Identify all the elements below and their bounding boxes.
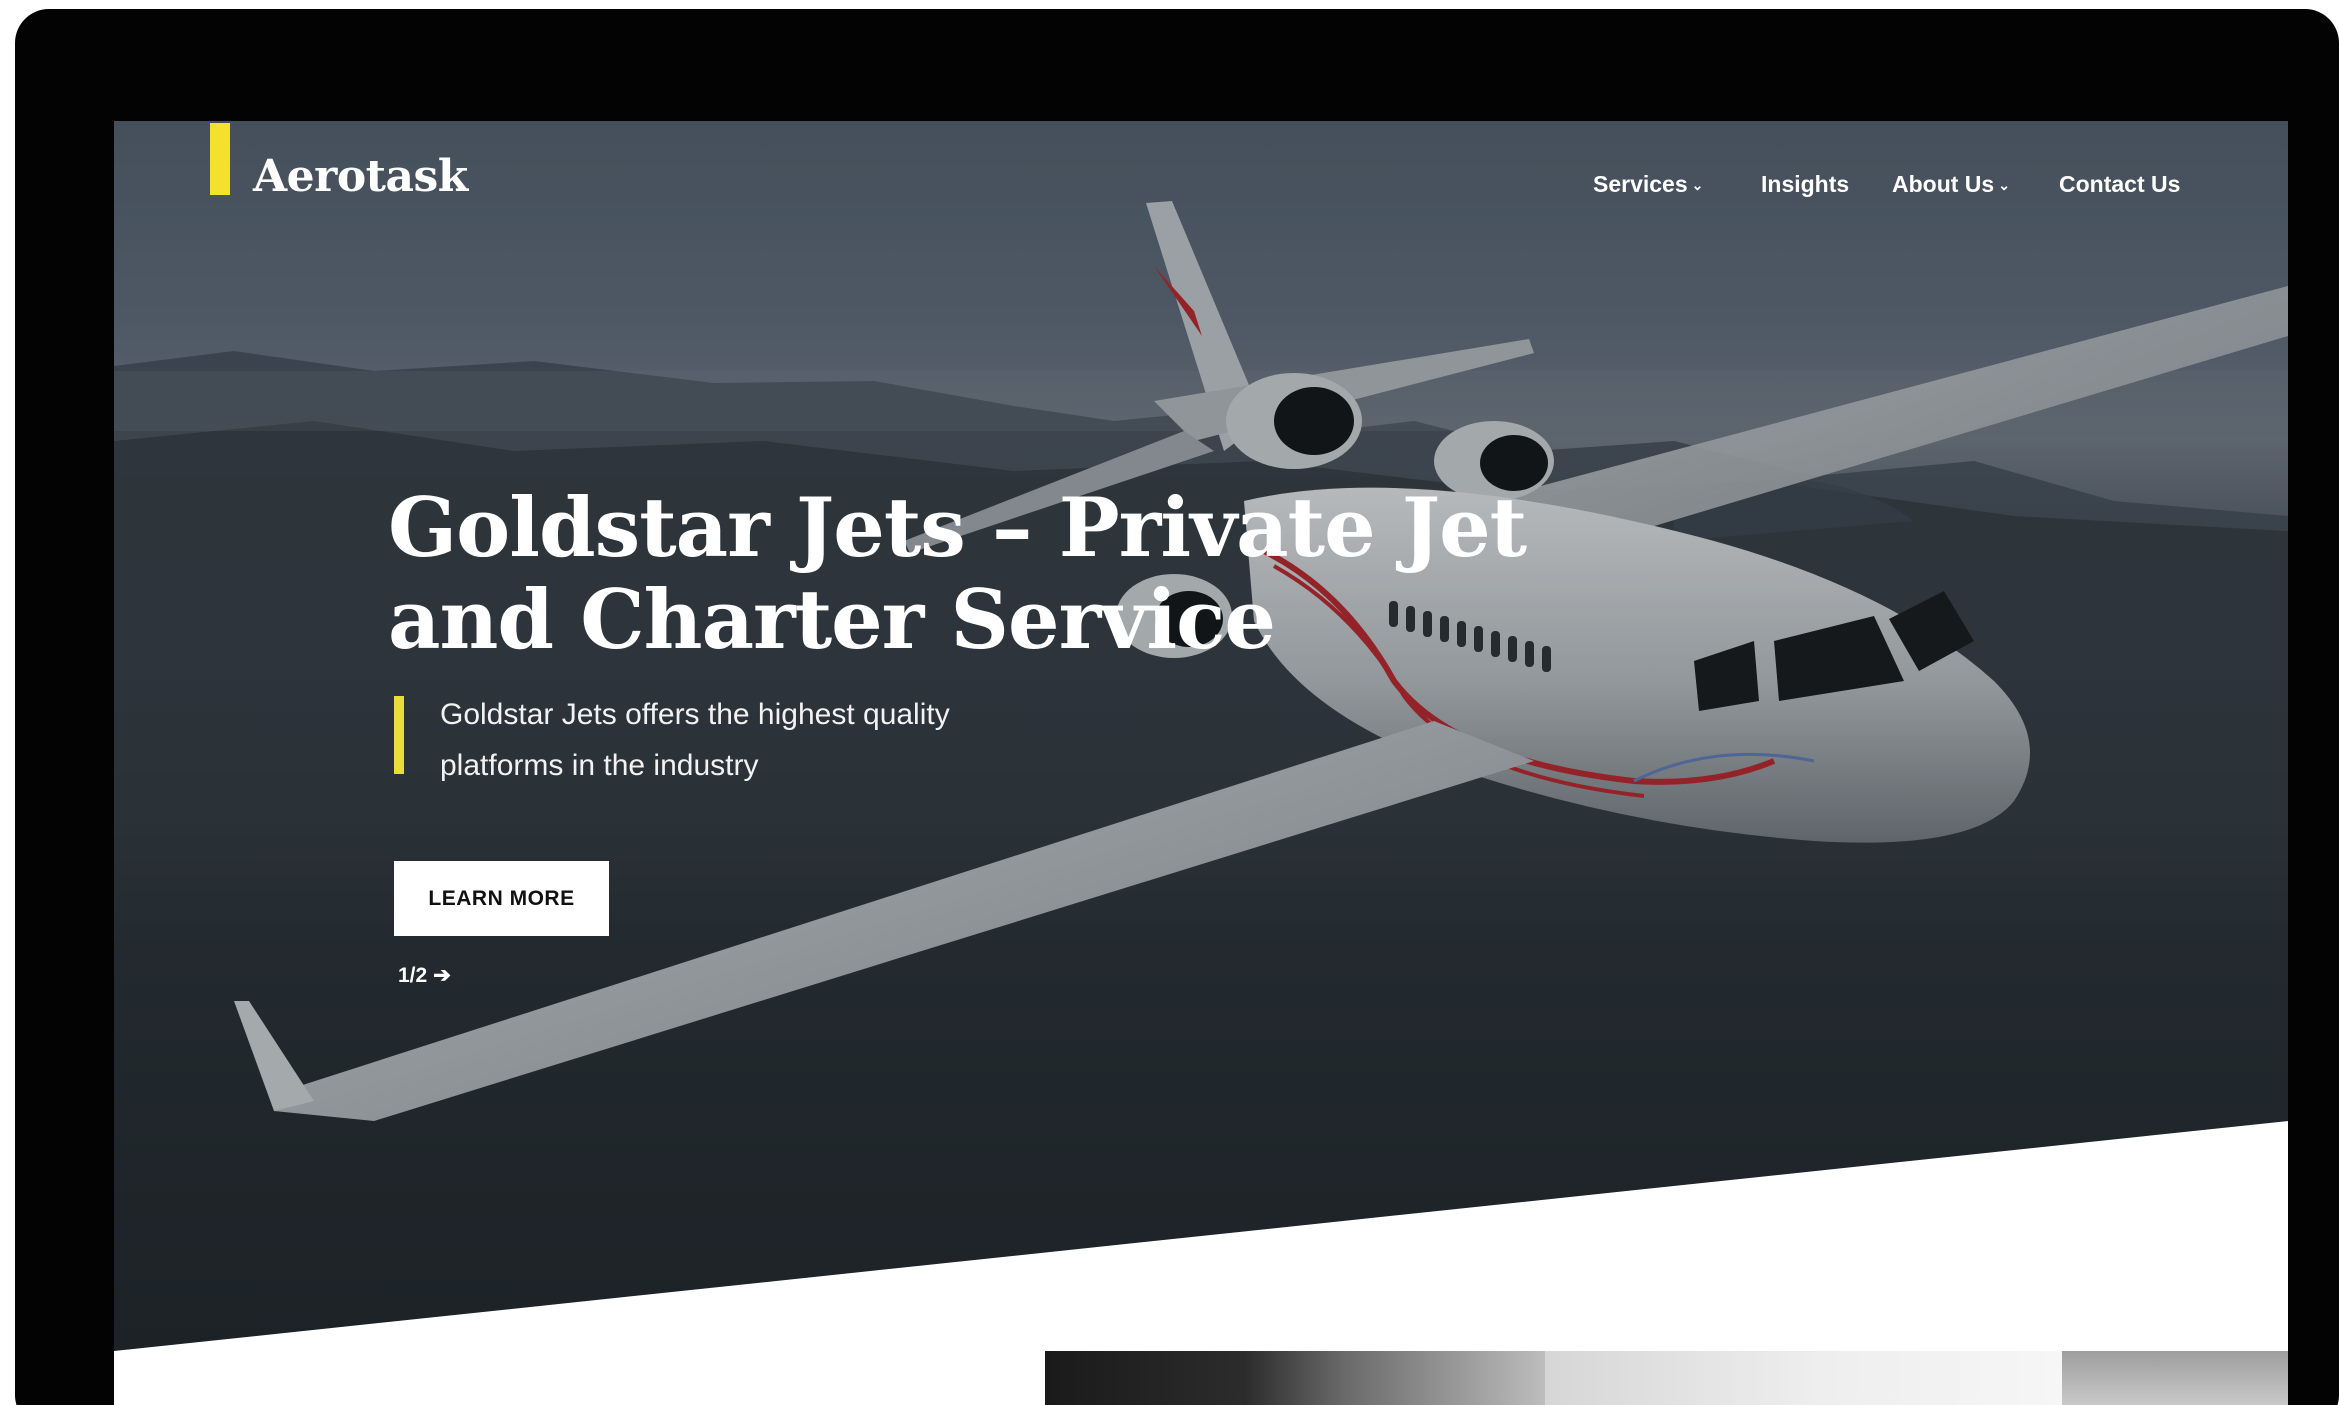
subtitle-accent-bar (394, 696, 404, 774)
nav-item-label: Contact Us (2059, 171, 2181, 197)
nav-item-label: About Us (1892, 171, 1995, 197)
nav-item-about-us[interactable]: About Us ⌄ (1892, 171, 2010, 198)
section-image-1 (1045, 1351, 1545, 1405)
hero-headline-line-1: Goldstar Jets – Private Jet (388, 481, 1527, 576)
hero-subtitle: Goldstar Jets offers the highest quality… (440, 689, 1120, 791)
nav-item-label: Insights (1761, 171, 1850, 197)
arrow-right-icon: ➔ (433, 964, 451, 987)
nav-item-insights[interactable]: Insights (1761, 171, 1849, 198)
next-section (114, 1351, 2288, 1405)
learn-more-button[interactable]: LEARN MORE (394, 861, 609, 936)
chevron-down-icon: ⌄ (1998, 177, 2010, 193)
chevron-down-icon: ⌄ (1691, 177, 1704, 193)
hero-headline-line-2: and Charter Service (388, 573, 1276, 668)
section-image-3 (2062, 1351, 2288, 1405)
section-image-2 (1545, 1351, 2091, 1405)
top-navigation: Services ⌄ Insights About Us ⌄ Contact Us (114, 171, 2288, 211)
hero-subtitle-line-2: platforms in the industry (440, 749, 759, 782)
hero-subtitle-line-1: Goldstar Jets offers the highest quality (440, 698, 950, 731)
device-frame: Aerotask Services ⌄ Insights About Us ⌄ Co… (15, 9, 2339, 1405)
slide-pager[interactable]: 1/2 ➔ (398, 963, 451, 988)
pager-count: 1/2 (398, 964, 428, 987)
nav-item-contact-us[interactable]: Contact Us (2059, 171, 2180, 198)
nav-item-services[interactable]: Services ⌄ (1593, 171, 1703, 198)
hero-headline: Goldstar Jets – Private Jet and Charter … (388, 483, 1788, 667)
browser-screen: Aerotask Services ⌄ Insights About Us ⌄ Co… (114, 121, 2288, 1405)
nav-item-label: Services (1593, 171, 1688, 197)
